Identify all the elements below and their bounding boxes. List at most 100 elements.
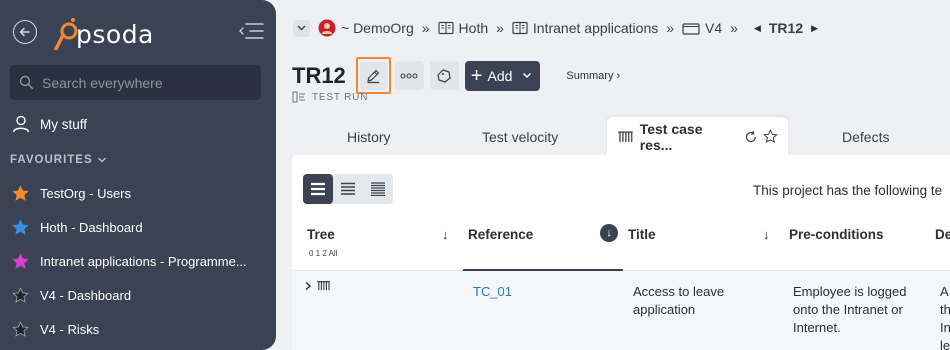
page-title: TR12	[292, 62, 346, 88]
sort-arrow-icon[interactable]: ↓	[442, 227, 449, 242]
column-header-preconditions[interactable]: Pre-conditions	[789, 227, 884, 242]
tab-label: Defects	[842, 128, 890, 145]
star-icon	[12, 320, 29, 337]
test-run-icon	[292, 91, 305, 103]
favourite-item[interactable]: Hoth - Dashboard	[12, 210, 262, 244]
column-header-description[interactable]: De	[935, 227, 950, 242]
test-cases-icon	[317, 281, 330, 291]
record-type-label: TEST RUN	[312, 91, 369, 103]
favourite-label: V4 - Dashboard	[40, 287, 132, 303]
tag-button[interactable]	[429, 61, 459, 90]
logo-mark-icon	[50, 16, 80, 51]
view-tree-button[interactable]	[303, 174, 333, 204]
favourites-header-label: FAVOURITES	[10, 154, 93, 166]
tab-label: Test case res...	[639, 120, 703, 153]
active-sort-underline	[463, 269, 623, 271]
preconditions-line: Internet.	[793, 320, 841, 335]
record-type: TEST RUN	[292, 91, 368, 103]
search-icon	[19, 75, 34, 90]
tab-history[interactable]: History	[347, 117, 391, 156]
edit-button[interactable]	[355, 57, 391, 94]
star-outline-icon[interactable]	[763, 129, 778, 144]
breadcrumb-item-v4[interactable]: V4	[682, 20, 722, 36]
description-line: th	[940, 302, 950, 317]
breadcrumb-item-hoth[interactable]: Hoth	[437, 20, 488, 36]
preconditions-cell: Employee is logged onto the Intranet or …	[793, 283, 906, 337]
breadcrumb-label: Intranet applications	[532, 20, 659, 36]
tab-bar: History Test velocity Test case res... D…	[292, 117, 950, 156]
tab-defects[interactable]: Defects	[842, 117, 889, 156]
favourites-header[interactable]: FAVOURITES	[10, 154, 107, 166]
description-line: In	[940, 320, 950, 335]
column-header-title[interactable]: Title	[628, 227, 656, 242]
tree-cell[interactable]	[304, 280, 331, 291]
favourite-item[interactable]: TestOrg - Users	[12, 176, 262, 210]
test-cases-icon	[617, 131, 633, 142]
logo-text: psoda	[76, 19, 154, 49]
compact-view-icon	[341, 182, 355, 195]
title-cell: Access to leave application	[633, 283, 724, 319]
view-toggle	[303, 174, 393, 204]
star-icon	[12, 286, 29, 303]
star-icon	[12, 252, 29, 269]
breadcrumb-label: V4	[705, 20, 723, 36]
column-header-tree[interactable]: Tree	[307, 227, 335, 242]
search-input[interactable]	[42, 74, 242, 91]
refresh-icon[interactable]	[744, 130, 758, 144]
tree-levels[interactable]: 0 1 2 All	[309, 249, 337, 258]
tab-label: History	[347, 128, 391, 145]
breadcrumb-org-label: ~ DemoOrg	[341, 20, 414, 36]
favourite-item[interactable]: V4 - Dashboard	[12, 278, 262, 312]
breadcrumb: ~ DemoOrg » Hoth » Intranet applications…	[293, 19, 826, 37]
chevron-down-icon	[523, 72, 532, 79]
breadcrumb-current: TR12	[768, 20, 804, 36]
project-folder-icon	[682, 22, 700, 35]
logo[interactable]: psoda	[50, 16, 154, 51]
view-compact-button[interactable]	[333, 174, 363, 204]
next-item-icon[interactable]: ▶	[811, 23, 818, 34]
tab-test-velocity[interactable]: Test velocity	[482, 117, 558, 156]
tab-label: Test velocity	[482, 128, 559, 145]
my-stuff-label: My stuff	[40, 116, 88, 132]
column-header-reference[interactable]: Reference	[468, 227, 533, 242]
favourite-item[interactable]: Intranet applications - Programme...	[12, 244, 262, 278]
pencil-icon	[367, 69, 380, 83]
chevron-down-icon	[297, 25, 306, 31]
collapse-sidebar-icon[interactable]	[238, 22, 264, 45]
project-description: This project has the following te	[753, 183, 943, 198]
org-avatar-icon	[318, 19, 336, 37]
sort-arrow-icon[interactable]: ↓	[763, 227, 770, 242]
add-button[interactable]: + Add	[464, 60, 541, 91]
search-box[interactable]	[10, 65, 261, 100]
summary-link[interactable]: Summary ›	[566, 70, 620, 82]
more-options-button[interactable]	[394, 61, 424, 90]
list-view-icon	[311, 182, 325, 196]
breadcrumb-dropdown-button[interactable]	[293, 19, 310, 37]
favourite-item[interactable]: V4 - Risks	[12, 312, 262, 346]
results-panel: This project has the following te Tree ↓…	[292, 155, 950, 350]
chevron-down-icon	[97, 157, 106, 163]
title-line: application	[633, 302, 696, 317]
sidebar: psoda My stuff FAVOURITES TestOrg - User…	[0, 0, 276, 350]
favourite-label: TestOrg - Users	[40, 185, 132, 201]
breadcrumb-separator: »	[730, 20, 738, 36]
back-icon[interactable]	[13, 20, 37, 44]
description-line: A	[940, 284, 949, 299]
breadcrumb-org[interactable]: ~ DemoOrg	[318, 19, 414, 37]
view-dense-button[interactable]	[363, 174, 393, 204]
sort-active-icon[interactable]: ↓	[600, 224, 618, 242]
my-stuff-link[interactable]: My stuff	[12, 115, 87, 133]
main-area: ~ DemoOrg » Hoth » Intranet applications…	[276, 0, 950, 350]
star-icon	[12, 184, 29, 201]
add-label: Add	[487, 67, 513, 84]
breadcrumb-separator: »	[666, 20, 675, 36]
reference-link[interactable]: TC_01	[473, 283, 512, 301]
tab-test-case-results[interactable]: Test case res...	[607, 117, 788, 156]
title-row: TR12 + Add Summary ›	[292, 57, 620, 94]
breadcrumb-item-intranet[interactable]: Intranet applications	[512, 20, 658, 36]
plus-icon: +	[470, 64, 483, 87]
previous-item-icon[interactable]: ◀	[754, 23, 761, 34]
preconditions-line: onto the Intranet or	[793, 302, 903, 317]
breadcrumb-separator: »	[496, 20, 504, 36]
chevron-right-icon[interactable]	[304, 281, 312, 291]
